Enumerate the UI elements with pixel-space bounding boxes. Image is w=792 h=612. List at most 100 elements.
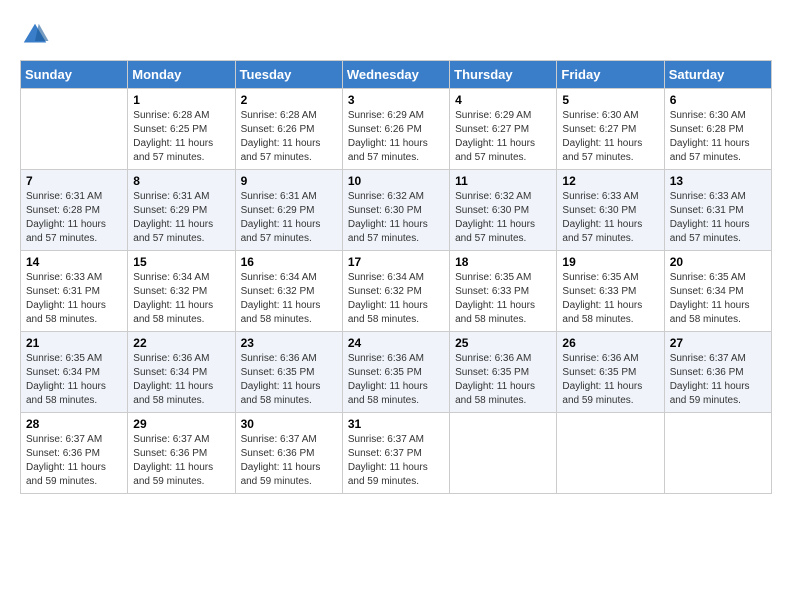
- logo-icon: [20, 20, 50, 50]
- calendar-cell: 8 Sunrise: 6:31 AMSunset: 6:29 PMDaylight…: [128, 170, 235, 251]
- day-info: Sunrise: 6:37 AMSunset: 6:37 PMDaylight:…: [348, 433, 444, 489]
- day-header-thursday: Thursday: [450, 61, 557, 89]
- calendar-cell: [664, 413, 771, 494]
- calendar-cell: 21 Sunrise: 6:35 AMSunset: 6:34 PMDayligh…: [21, 332, 128, 413]
- day-info: Sunrise: 6:35 AMSunset: 6:33 PMDaylight:…: [455, 271, 551, 327]
- day-number: 11: [455, 174, 551, 188]
- day-info: Sunrise: 6:33 AMSunset: 6:31 PMDaylight:…: [26, 271, 122, 327]
- day-number: 9: [241, 174, 337, 188]
- calendar-cell: 24 Sunrise: 6:36 AMSunset: 6:35 PMDayligh…: [342, 332, 449, 413]
- day-number: 10: [348, 174, 444, 188]
- day-number: 29: [133, 417, 229, 431]
- calendar-cell: [21, 89, 128, 170]
- day-number: 20: [670, 255, 766, 269]
- calendar-cell: 2 Sunrise: 6:28 AMSunset: 6:26 PMDaylight…: [235, 89, 342, 170]
- day-number: 2: [241, 93, 337, 107]
- day-info: Sunrise: 6:32 AMSunset: 6:30 PMDaylight:…: [455, 190, 551, 246]
- day-header-friday: Friday: [557, 61, 664, 89]
- day-info: Sunrise: 6:36 AMSunset: 6:35 PMDaylight:…: [348, 352, 444, 408]
- day-info: Sunrise: 6:29 AMSunset: 6:27 PMDaylight:…: [455, 109, 551, 165]
- day-info: Sunrise: 6:31 AMSunset: 6:29 PMDaylight:…: [133, 190, 229, 246]
- calendar-cell: 14 Sunrise: 6:33 AMSunset: 6:31 PMDayligh…: [21, 251, 128, 332]
- day-header-saturday: Saturday: [664, 61, 771, 89]
- day-number: 30: [241, 417, 337, 431]
- day-info: Sunrise: 6:30 AMSunset: 6:27 PMDaylight:…: [562, 109, 658, 165]
- calendar-cell: 22 Sunrise: 6:36 AMSunset: 6:34 PMDayligh…: [128, 332, 235, 413]
- day-number: 15: [133, 255, 229, 269]
- day-info: Sunrise: 6:37 AMSunset: 6:36 PMDaylight:…: [26, 433, 122, 489]
- calendar-cell: 13 Sunrise: 6:33 AMSunset: 6:31 PMDayligh…: [664, 170, 771, 251]
- day-info: Sunrise: 6:36 AMSunset: 6:35 PMDaylight:…: [241, 352, 337, 408]
- day-number: 28: [26, 417, 122, 431]
- day-info: Sunrise: 6:32 AMSunset: 6:30 PMDaylight:…: [348, 190, 444, 246]
- header: [20, 20, 772, 50]
- day-number: 25: [455, 336, 551, 350]
- calendar-cell: 31 Sunrise: 6:37 AMSunset: 6:37 PMDayligh…: [342, 413, 449, 494]
- calendar-cell: [557, 413, 664, 494]
- day-header-wednesday: Wednesday: [342, 61, 449, 89]
- day-number: 5: [562, 93, 658, 107]
- calendar-cell: 15 Sunrise: 6:34 AMSunset: 6:32 PMDayligh…: [128, 251, 235, 332]
- day-info: Sunrise: 6:29 AMSunset: 6:26 PMDaylight:…: [348, 109, 444, 165]
- calendar-cell: 23 Sunrise: 6:36 AMSunset: 6:35 PMDayligh…: [235, 332, 342, 413]
- day-header-sunday: Sunday: [21, 61, 128, 89]
- day-info: Sunrise: 6:34 AMSunset: 6:32 PMDaylight:…: [133, 271, 229, 327]
- day-info: Sunrise: 6:33 AMSunset: 6:31 PMDaylight:…: [670, 190, 766, 246]
- calendar-cell: 5 Sunrise: 6:30 AMSunset: 6:27 PMDaylight…: [557, 89, 664, 170]
- day-number: 14: [26, 255, 122, 269]
- day-info: Sunrise: 6:28 AMSunset: 6:25 PMDaylight:…: [133, 109, 229, 165]
- day-number: 26: [562, 336, 658, 350]
- calendar-cell: 16 Sunrise: 6:34 AMSunset: 6:32 PMDayligh…: [235, 251, 342, 332]
- day-number: 3: [348, 93, 444, 107]
- calendar-cell: 11 Sunrise: 6:32 AMSunset: 6:30 PMDayligh…: [450, 170, 557, 251]
- calendar-cell: 28 Sunrise: 6:37 AMSunset: 6:36 PMDayligh…: [21, 413, 128, 494]
- day-number: 17: [348, 255, 444, 269]
- day-number: 21: [26, 336, 122, 350]
- day-header-tuesday: Tuesday: [235, 61, 342, 89]
- day-info: Sunrise: 6:30 AMSunset: 6:28 PMDaylight:…: [670, 109, 766, 165]
- day-number: 12: [562, 174, 658, 188]
- day-info: Sunrise: 6:36 AMSunset: 6:34 PMDaylight:…: [133, 352, 229, 408]
- calendar-cell: 9 Sunrise: 6:31 AMSunset: 6:29 PMDaylight…: [235, 170, 342, 251]
- day-info: Sunrise: 6:34 AMSunset: 6:32 PMDaylight:…: [348, 271, 444, 327]
- calendar-cell: 7 Sunrise: 6:31 AMSunset: 6:28 PMDaylight…: [21, 170, 128, 251]
- day-number: 6: [670, 93, 766, 107]
- calendar-cell: 26 Sunrise: 6:36 AMSunset: 6:35 PMDayligh…: [557, 332, 664, 413]
- day-number: 13: [670, 174, 766, 188]
- calendar-cell: 17 Sunrise: 6:34 AMSunset: 6:32 PMDayligh…: [342, 251, 449, 332]
- day-number: 1: [133, 93, 229, 107]
- day-info: Sunrise: 6:37 AMSunset: 6:36 PMDaylight:…: [241, 433, 337, 489]
- day-number: 24: [348, 336, 444, 350]
- calendar-cell: 1 Sunrise: 6:28 AMSunset: 6:25 PMDaylight…: [128, 89, 235, 170]
- day-number: 8: [133, 174, 229, 188]
- day-info: Sunrise: 6:37 AMSunset: 6:36 PMDaylight:…: [670, 352, 766, 408]
- day-info: Sunrise: 6:35 AMSunset: 6:34 PMDaylight:…: [26, 352, 122, 408]
- calendar-cell: 25 Sunrise: 6:36 AMSunset: 6:35 PMDayligh…: [450, 332, 557, 413]
- day-info: Sunrise: 6:33 AMSunset: 6:30 PMDaylight:…: [562, 190, 658, 246]
- day-info: Sunrise: 6:35 AMSunset: 6:33 PMDaylight:…: [562, 271, 658, 327]
- day-info: Sunrise: 6:31 AMSunset: 6:29 PMDaylight:…: [241, 190, 337, 246]
- day-number: 7: [26, 174, 122, 188]
- day-number: 31: [348, 417, 444, 431]
- day-info: Sunrise: 6:37 AMSunset: 6:36 PMDaylight:…: [133, 433, 229, 489]
- day-number: 18: [455, 255, 551, 269]
- day-info: Sunrise: 6:34 AMSunset: 6:32 PMDaylight:…: [241, 271, 337, 327]
- day-number: 19: [562, 255, 658, 269]
- calendar: SundayMondayTuesdayWednesdayThursdayFrid…: [20, 60, 772, 494]
- day-number: 22: [133, 336, 229, 350]
- calendar-cell: 27Sunrise: 6:37 AMSunset: 6:36 PMDayligh…: [664, 332, 771, 413]
- day-number: 16: [241, 255, 337, 269]
- calendar-cell: 3 Sunrise: 6:29 AMSunset: 6:26 PMDaylight…: [342, 89, 449, 170]
- calendar-cell: 30 Sunrise: 6:37 AMSunset: 6:36 PMDayligh…: [235, 413, 342, 494]
- day-info: Sunrise: 6:36 AMSunset: 6:35 PMDaylight:…: [562, 352, 658, 408]
- calendar-cell: 18 Sunrise: 6:35 AMSunset: 6:33 PMDayligh…: [450, 251, 557, 332]
- logo: [20, 20, 54, 50]
- day-info: Sunrise: 6:35 AMSunset: 6:34 PMDaylight:…: [670, 271, 766, 327]
- day-info: Sunrise: 6:28 AMSunset: 6:26 PMDaylight:…: [241, 109, 337, 165]
- calendar-cell: 12 Sunrise: 6:33 AMSunset: 6:30 PMDayligh…: [557, 170, 664, 251]
- calendar-cell: 29 Sunrise: 6:37 AMSunset: 6:36 PMDayligh…: [128, 413, 235, 494]
- day-info: Sunrise: 6:31 AMSunset: 6:28 PMDaylight:…: [26, 190, 122, 246]
- day-number: 23: [241, 336, 337, 350]
- calendar-cell: [450, 413, 557, 494]
- day-info: Sunrise: 6:36 AMSunset: 6:35 PMDaylight:…: [455, 352, 551, 408]
